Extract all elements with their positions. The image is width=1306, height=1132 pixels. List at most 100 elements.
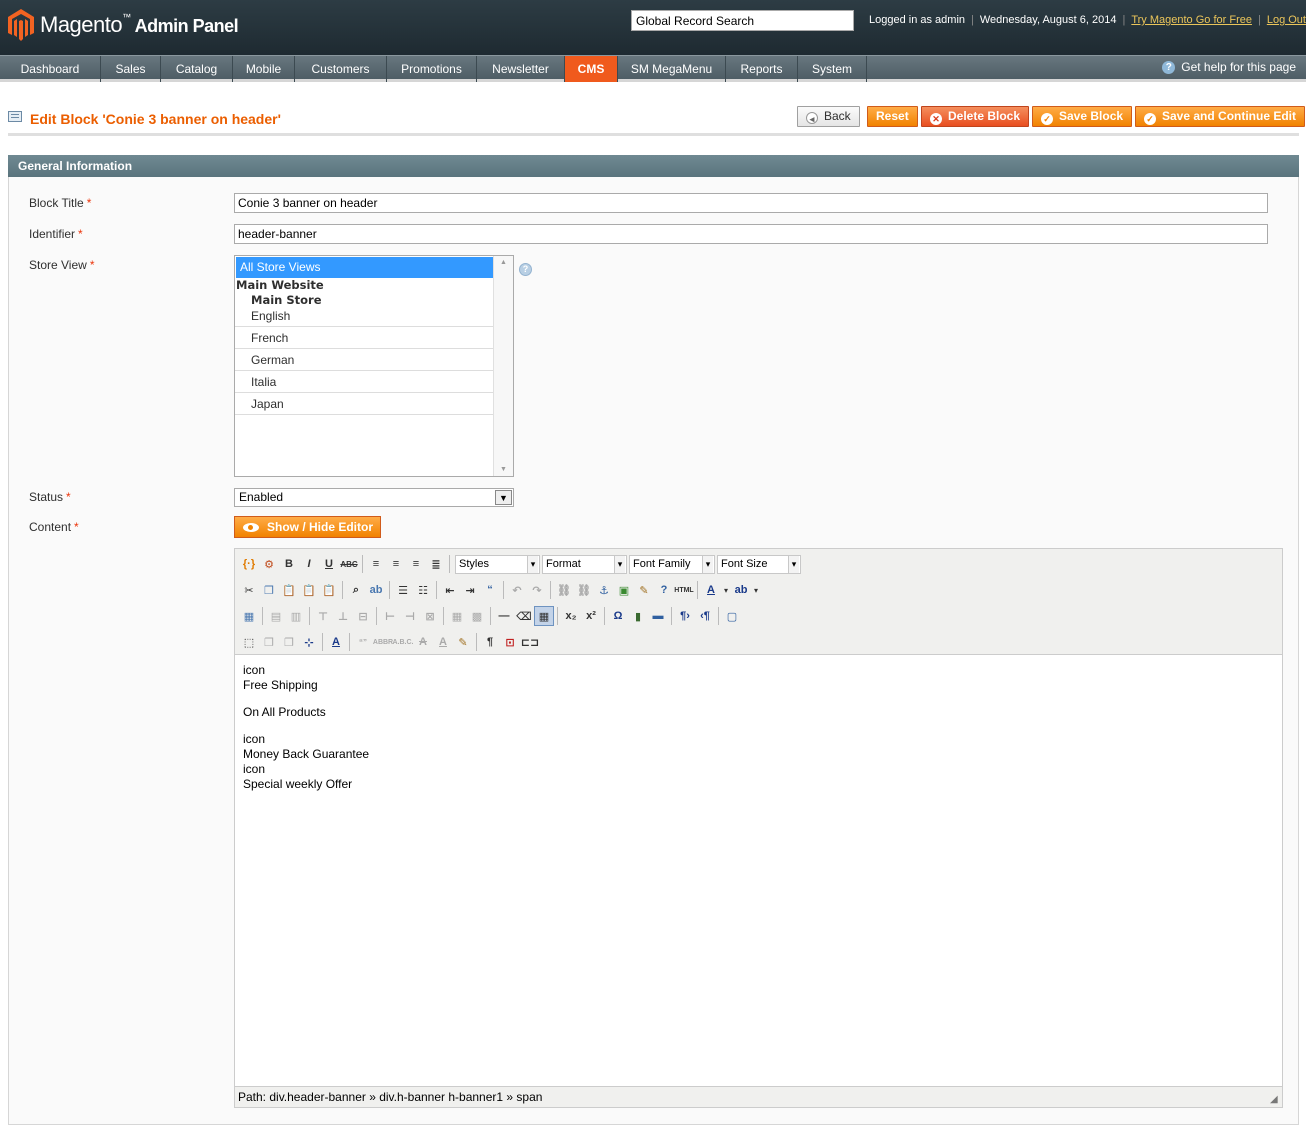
paste-icon[interactable]: 📋 bbox=[279, 580, 299, 600]
absolute-icon[interactable]: ⊹ bbox=[299, 632, 319, 652]
underline-icon[interactable]: U bbox=[319, 554, 339, 574]
store-view-multiselect[interactable]: All Store Views Main Website Main Store … bbox=[234, 255, 514, 477]
resize-handle-icon[interactable]: ◢ bbox=[1270, 1095, 1280, 1105]
nonbreaking-icon[interactable]: ⊡ bbox=[500, 632, 520, 652]
ins-icon[interactable]: A bbox=[433, 632, 453, 652]
insert-variable-icon[interactable]: {·} bbox=[239, 554, 259, 574]
blockquote-icon[interactable]: “ bbox=[480, 580, 500, 600]
delete-row-icon[interactable]: ⊟ bbox=[353, 606, 373, 626]
bold-icon[interactable]: B bbox=[279, 554, 299, 574]
bullet-list-icon[interactable]: ☰ bbox=[393, 580, 413, 600]
option-italia[interactable]: Italia bbox=[235, 371, 493, 393]
del-icon[interactable]: A bbox=[413, 632, 433, 652]
align-justify-icon[interactable]: ≣ bbox=[426, 554, 446, 574]
nav-dashboard[interactable]: Dashboard bbox=[0, 56, 101, 82]
align-right-icon[interactable]: ≡ bbox=[406, 554, 426, 574]
global-search-input[interactable] bbox=[631, 10, 854, 31]
cut-icon[interactable]: ✂ bbox=[239, 580, 259, 600]
replace-icon[interactable]: ab bbox=[366, 580, 386, 600]
try-magento-link[interactable]: Try Magento Go for Free bbox=[1131, 14, 1252, 26]
help-link[interactable]: ? Get help for this page bbox=[1162, 60, 1296, 74]
nav-reports[interactable]: Reports bbox=[726, 56, 798, 82]
nav-customers[interactable]: Customers bbox=[295, 56, 387, 82]
superscript-icon[interactable]: x² bbox=[581, 606, 601, 626]
outdent-icon[interactable]: ⇤ bbox=[440, 580, 460, 600]
unlink-icon[interactable]: ⛓ bbox=[574, 580, 594, 600]
option-french[interactable]: French bbox=[235, 327, 493, 349]
visual-aid-icon[interactable]: ▦ bbox=[534, 606, 554, 626]
reset-button[interactable]: Reset bbox=[867, 106, 918, 127]
save-block-button[interactable]: ✓ Save Block bbox=[1032, 106, 1133, 127]
text-color-dropdown-icon[interactable]: ▾ bbox=[721, 580, 731, 600]
fullscreen-icon[interactable]: ▢ bbox=[722, 606, 742, 626]
visual-chars-icon[interactable]: ¶ bbox=[480, 632, 500, 652]
store-view-scrollbar[interactable] bbox=[493, 256, 513, 476]
abbr-icon[interactable]: ABBR bbox=[373, 632, 393, 652]
nav-system[interactable]: System bbox=[798, 56, 867, 82]
find-icon[interactable]: ⌕ bbox=[346, 580, 366, 600]
nav-sales[interactable]: Sales bbox=[101, 56, 161, 82]
special-char-icon[interactable]: Ω bbox=[608, 606, 628, 626]
editor-content-area[interactable]: icon Free Shipping On All Products icon … bbox=[235, 654, 1282, 1087]
show-hide-editor-button[interactable]: Show / Hide Editor bbox=[234, 516, 382, 538]
move-forward-icon[interactable]: ❐ bbox=[259, 632, 279, 652]
option-japan[interactable]: Japan bbox=[235, 393, 493, 415]
redo-icon[interactable]: ↷ bbox=[527, 580, 547, 600]
table-icon[interactable]: ▦ bbox=[239, 606, 259, 626]
indent-icon[interactable]: ⇥ bbox=[460, 580, 480, 600]
option-english[interactable]: English bbox=[235, 308, 493, 327]
styles-select[interactable]: Styles bbox=[455, 554, 540, 574]
paste-text-icon[interactable]: 📋 bbox=[299, 580, 319, 600]
row-props-icon[interactable]: ▤ bbox=[266, 606, 286, 626]
status-select[interactable]: Enabled ▼ bbox=[234, 488, 514, 507]
option-german[interactable]: German bbox=[235, 349, 493, 371]
subscript-icon[interactable]: x₂ bbox=[561, 606, 581, 626]
link-icon[interactable]: ⛓ bbox=[554, 580, 574, 600]
text-color-icon[interactable]: A bbox=[701, 580, 721, 600]
logout-link[interactable]: Log Out bbox=[1267, 14, 1306, 26]
move-backward-icon[interactable]: ❐ bbox=[279, 632, 299, 652]
col-before-icon[interactable]: ⊢ bbox=[380, 606, 400, 626]
italic-icon[interactable]: I bbox=[299, 554, 319, 574]
font-family-select[interactable]: Font Family bbox=[629, 554, 715, 574]
paste-word-icon[interactable]: 📋 bbox=[319, 580, 339, 600]
background-color-dropdown-icon[interactable]: ▾ bbox=[751, 580, 761, 600]
delete-block-button[interactable]: ✕ Delete Block bbox=[921, 106, 1030, 127]
anchor-icon[interactable]: ⚓ bbox=[594, 580, 614, 600]
strikethrough-icon[interactable]: ABC bbox=[339, 554, 359, 574]
ltr-icon[interactable]: ¶› bbox=[675, 606, 695, 626]
html-source-icon[interactable]: HTML bbox=[674, 580, 694, 600]
cleanup-icon[interactable]: ✎ bbox=[634, 580, 654, 600]
insert-layer-icon[interactable]: ⬚ bbox=[239, 632, 259, 652]
save-continue-button[interactable]: ✓ Save and Continue Edit bbox=[1135, 106, 1306, 127]
block-title-input[interactable] bbox=[234, 193, 1268, 213]
align-center-icon[interactable]: ≡ bbox=[386, 554, 406, 574]
split-cells-icon[interactable]: ▦ bbox=[447, 606, 467, 626]
align-left-icon[interactable]: ≡ bbox=[366, 554, 386, 574]
background-color-icon[interactable]: ab bbox=[731, 580, 751, 600]
col-after-icon[interactable]: ⊣ bbox=[400, 606, 420, 626]
insert-widget-icon[interactable]: ⚙ bbox=[259, 554, 279, 574]
cite-icon[interactable]: “” bbox=[353, 632, 373, 652]
format-select[interactable]: Format bbox=[542, 554, 627, 574]
magento-logo[interactable]: Magento™ Admin Panel bbox=[8, 9, 239, 41]
merge-cells-icon[interactable]: ▩ bbox=[467, 606, 487, 626]
image-icon[interactable]: ▣ bbox=[614, 580, 634, 600]
nav-cms[interactable]: CMS bbox=[565, 56, 618, 82]
row-after-icon[interactable]: ⊥ bbox=[333, 606, 353, 626]
attribs-icon[interactable]: ✎ bbox=[453, 632, 473, 652]
back-button[interactable]: ◂ Back bbox=[797, 106, 860, 127]
delete-col-icon[interactable]: ⊠ bbox=[420, 606, 440, 626]
undo-icon[interactable]: ↶ bbox=[507, 580, 527, 600]
help-editor-icon[interactable]: ? bbox=[654, 580, 674, 600]
store-view-help-icon[interactable]: ? bbox=[519, 263, 532, 276]
option-all-store-views[interactable]: All Store Views bbox=[236, 257, 493, 278]
rtl-icon[interactable]: ‹¶ bbox=[695, 606, 715, 626]
pagebreak-icon[interactable]: ⊏⊐ bbox=[520, 632, 540, 652]
cell-props-icon[interactable]: ▥ bbox=[286, 606, 306, 626]
nav-promotions[interactable]: Promotions bbox=[387, 56, 477, 82]
style-props-icon[interactable]: A bbox=[326, 632, 346, 652]
font-size-select[interactable]: Font Size bbox=[717, 554, 801, 574]
nav-newsletter[interactable]: Newsletter bbox=[477, 56, 565, 82]
remove-format-icon[interactable]: ⌫ bbox=[514, 606, 534, 626]
